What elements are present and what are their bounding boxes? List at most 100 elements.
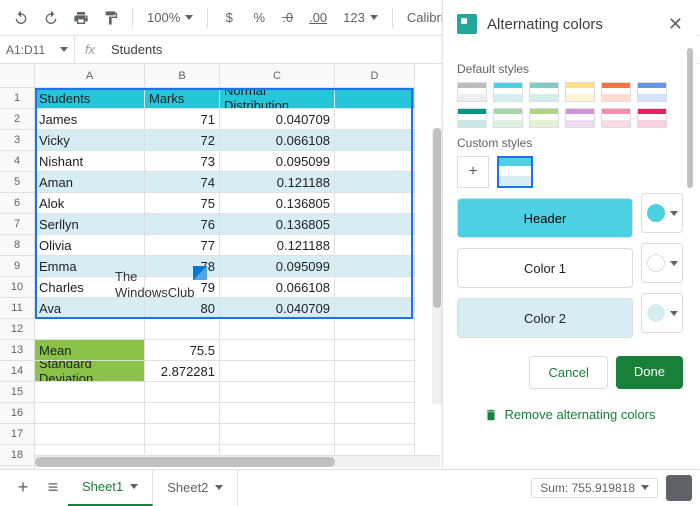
panel-scrollbar[interactable] <box>687 48 695 328</box>
cell[interactable]: 0.121188 <box>220 172 335 193</box>
row-header[interactable]: 1 <box>0 88 35 109</box>
cell[interactable]: Normal Distribution <box>220 88 335 109</box>
row-header[interactable]: 8 <box>0 235 35 256</box>
cell[interactable] <box>220 445 335 454</box>
style-swatch[interactable] <box>457 108 487 128</box>
cell[interactable] <box>220 319 335 340</box>
cell[interactable] <box>35 319 145 340</box>
cell[interactable]: 0.040709 <box>220 298 335 319</box>
style-swatch[interactable] <box>637 108 667 128</box>
horizontal-scrollbar[interactable] <box>35 455 440 467</box>
print-button[interactable] <box>68 5 94 31</box>
row-header[interactable]: 10 <box>0 277 35 298</box>
cell[interactable]: 0.040709 <box>220 109 335 130</box>
vertical-scrollbar[interactable] <box>432 128 442 404</box>
quicksum-dropdown[interactable]: Sum: 755.919818 <box>531 478 658 498</box>
row-header[interactable]: 4 <box>0 151 35 172</box>
cell[interactable]: 0.066108 <box>220 277 335 298</box>
cell[interactable] <box>145 445 220 454</box>
cell[interactable] <box>335 319 415 340</box>
cell[interactable] <box>145 424 220 445</box>
cell[interactable]: 0.136805 <box>220 214 335 235</box>
currency-button[interactable]: $ <box>216 5 242 31</box>
cell[interactable] <box>145 382 220 403</box>
cell[interactable] <box>335 340 415 361</box>
redo-button[interactable] <box>38 5 64 31</box>
style-swatch[interactable] <box>637 82 667 102</box>
cell[interactable]: Emma <box>35 256 145 277</box>
done-button[interactable]: Done <box>616 356 683 389</box>
cell[interactable] <box>335 151 415 172</box>
undo-button[interactable] <box>8 5 34 31</box>
increase-decimal-button[interactable]: .00 <box>303 10 333 25</box>
cell[interactable]: Vicky <box>35 130 145 151</box>
style-swatch[interactable] <box>529 108 559 128</box>
custom-style-selected[interactable] <box>497 156 533 188</box>
cell[interactable]: 2.872281 <box>145 361 220 382</box>
cell[interactable] <box>220 382 335 403</box>
cell[interactable]: Nishant <box>35 151 145 172</box>
paint-format-button[interactable] <box>98 5 124 31</box>
cell[interactable]: 78 <box>145 256 220 277</box>
row-header[interactable]: 15 <box>0 382 35 403</box>
cell[interactable] <box>335 277 415 298</box>
cell[interactable]: 0.095099 <box>220 256 335 277</box>
add-custom-style-button[interactable]: + <box>457 156 489 188</box>
row-header[interactable]: 3 <box>0 130 35 151</box>
row-header[interactable]: 7 <box>0 214 35 235</box>
cell[interactable]: 0.121188 <box>220 235 335 256</box>
cell[interactable] <box>335 130 415 151</box>
row-header[interactable]: 5 <box>0 172 35 193</box>
style-swatch[interactable] <box>529 82 559 102</box>
close-panel-button[interactable]: ✕ <box>668 14 683 35</box>
cell[interactable] <box>220 403 335 424</box>
header-color-picker[interactable] <box>641 193 683 233</box>
row-header[interactable]: 12 <box>0 319 35 340</box>
cell[interactable]: 79 <box>145 277 220 298</box>
decrease-decimal-button[interactable]: .0 <box>276 10 299 25</box>
cell[interactable] <box>335 424 415 445</box>
row-header[interactable]: 17 <box>0 424 35 445</box>
cell[interactable]: 80 <box>145 298 220 319</box>
color2-picker[interactable] <box>641 293 683 333</box>
explore-button[interactable] <box>666 475 692 501</box>
col-header-B[interactable]: B <box>145 64 220 88</box>
cell[interactable]: 0.095099 <box>220 151 335 172</box>
cell[interactable]: James <box>35 109 145 130</box>
tab-sheet2[interactable]: Sheet2 <box>153 470 238 506</box>
cell[interactable]: 75.5 <box>145 340 220 361</box>
cell[interactable]: 77 <box>145 235 220 256</box>
cell[interactable]: 0.136805 <box>220 193 335 214</box>
row-header[interactable]: 9 <box>0 256 35 277</box>
cell[interactable] <box>335 403 415 424</box>
col-header-A[interactable]: A <box>35 64 145 88</box>
cell[interactable]: 76 <box>145 214 220 235</box>
cell[interactable]: Olivia <box>35 235 145 256</box>
cell[interactable] <box>335 382 415 403</box>
cell[interactable] <box>335 109 415 130</box>
row-header[interactable]: 13 <box>0 340 35 361</box>
cell[interactable]: 71 <box>145 109 220 130</box>
cell[interactable]: Serllyn <box>35 214 145 235</box>
all-sheets-button[interactable]: ≡ <box>38 473 68 503</box>
style-swatch[interactable] <box>565 108 595 128</box>
cell[interactable]: 74 <box>145 172 220 193</box>
cell[interactable] <box>35 445 145 454</box>
cell[interactable] <box>35 403 145 424</box>
cell[interactable]: Aman <box>35 172 145 193</box>
cell[interactable] <box>220 361 335 382</box>
row-header[interactable]: 6 <box>0 193 35 214</box>
cell[interactable] <box>335 235 415 256</box>
cell[interactable] <box>35 424 145 445</box>
row-header[interactable]: 2 <box>0 109 35 130</box>
cell[interactable]: Standard Deviation <box>35 361 145 382</box>
cell[interactable] <box>335 256 415 277</box>
row-header[interactable]: 14 <box>0 361 35 382</box>
color1-picker[interactable] <box>641 243 683 283</box>
name-box[interactable]: A1:D11 <box>0 36 75 63</box>
style-swatch[interactable] <box>565 82 595 102</box>
cell[interactable]: Marks <box>145 88 220 109</box>
style-swatch[interactable] <box>601 108 631 128</box>
cell[interactable] <box>220 340 335 361</box>
style-swatch[interactable] <box>493 82 523 102</box>
